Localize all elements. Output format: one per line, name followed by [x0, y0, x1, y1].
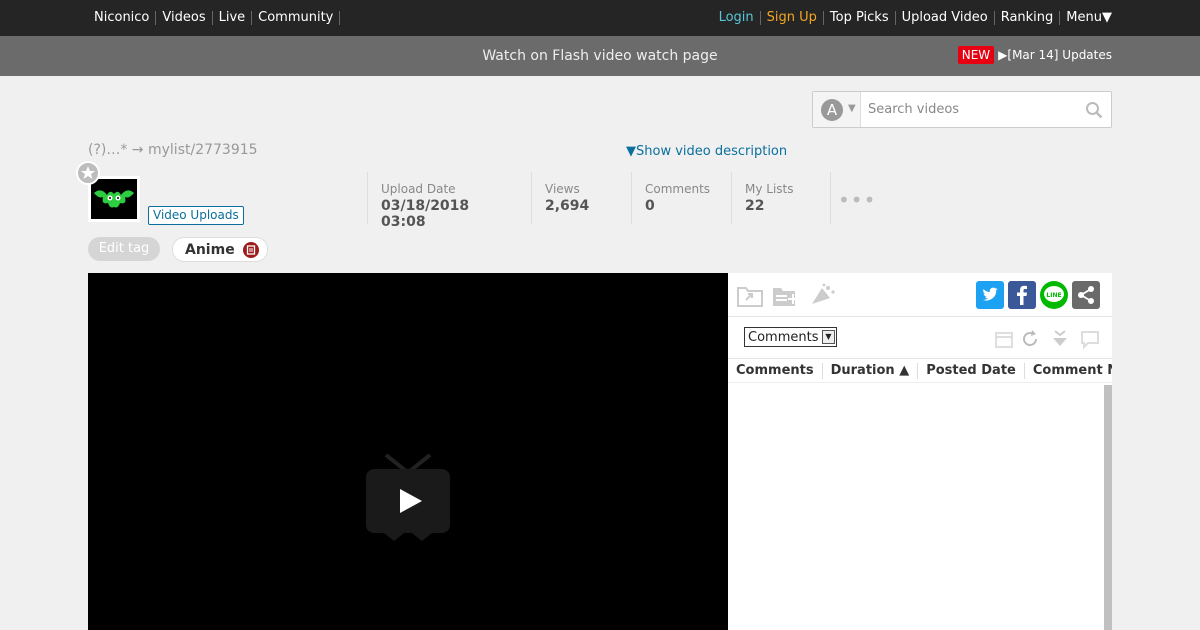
play-tv-icon[interactable]: [364, 451, 452, 543]
signup-link[interactable]: Sign Up: [761, 11, 824, 25]
search-type-selector[interactable]: A ▼: [813, 92, 861, 127]
tag-label[interactable]: Anime: [185, 242, 235, 258]
nav-live[interactable]: Live: [213, 11, 253, 25]
mylist-reference: (?)…* → mylist/2773915: [88, 142, 258, 158]
col-posted-date[interactable]: Posted Date: [918, 362, 1025, 379]
video-player[interactable]: [88, 273, 728, 630]
scroll-down-icon[interactable]: [1050, 329, 1070, 349]
panel-toolbar: LINE: [728, 273, 1112, 317]
video-uploads-button[interactable]: Video Uploads: [148, 206, 244, 225]
select-arrow-icon: ▼: [822, 330, 835, 344]
views-label: Views: [545, 182, 580, 196]
line-share-icon[interactable]: LINE: [1040, 281, 1068, 309]
new-badge: NEW: [957, 46, 995, 64]
bat-mascot-icon: [94, 190, 134, 208]
nav-left: Niconico Videos Live Community: [94, 0, 341, 36]
nav-menu[interactable]: Menu▼: [1060, 11, 1112, 25]
svg-text:LINE: LINE: [1046, 292, 1061, 299]
tag-item[interactable]: Anime: [172, 237, 268, 262]
nav-upload-video[interactable]: Upload Video: [896, 11, 995, 25]
mylists-value: 22: [745, 198, 765, 214]
comments-value: 0: [645, 198, 655, 214]
stat-views: Views 2,694: [531, 172, 631, 224]
nav-top-picks[interactable]: Top Picks: [824, 11, 896, 25]
search-icon[interactable]: [1085, 101, 1103, 119]
col-duration[interactable]: Duration ▲: [823, 362, 919, 379]
comment-filter-row: Comments ▼: [728, 317, 1112, 359]
comments-label: Comments: [645, 182, 711, 196]
comment-list-header: Comments Duration ▲ Posted Date Comment …: [728, 359, 1112, 383]
top-navigation-bar: Niconico Videos Live Community Login Sig…: [0, 0, 1200, 36]
stat-mylists: My Lists 22: [731, 172, 831, 224]
nav-community[interactable]: Community: [252, 11, 341, 25]
comment-toggle-icon[interactable]: [1080, 329, 1100, 349]
stat-comments: Comments 0: [631, 172, 731, 224]
share-icon[interactable]: [1072, 281, 1100, 309]
search-box: A ▼: [812, 91, 1112, 128]
views-value: 2,694: [545, 198, 590, 214]
search-input[interactable]: [861, 92, 1079, 127]
login-link[interactable]: Login: [713, 11, 761, 25]
more-options-icon[interactable]: •••: [838, 188, 876, 212]
upload-date-label: Upload Date: [381, 182, 456, 196]
nav-niconico[interactable]: Niconico: [94, 11, 157, 25]
stat-upload-date: Upload Date 03/18/2018 03:08: [367, 172, 531, 230]
facebook-share-icon[interactable]: [1008, 281, 1036, 309]
advertise-icon[interactable]: [808, 282, 836, 308]
col-comment-number[interactable]: Comment Number: [1025, 363, 1112, 379]
comment-type-select[interactable]: Comments ▼: [744, 327, 837, 347]
comment-panel: LINE Comments ▼ Comments Duration ▲ Post…: [728, 273, 1112, 630]
chevron-down-icon: ▼: [848, 103, 856, 114]
open-in-icon[interactable]: [736, 282, 764, 308]
comment-list-scrollbar[interactable]: [1104, 385, 1112, 630]
updates-notice[interactable]: NEW ▶[Mar 14] Updates: [957, 46, 1112, 64]
edit-tag-button[interactable]: Edit tag: [88, 237, 160, 261]
show-description-toggle[interactable]: ▼Show video description: [626, 144, 787, 159]
favorite-star-icon[interactable]: [76, 161, 100, 185]
search-type-icon: A: [821, 99, 843, 121]
calendar-icon[interactable]: [994, 329, 1014, 349]
sub-bar: Watch on Flash video watch page NEW ▶[Ma…: [0, 36, 1200, 76]
upload-date-value: 03/18/2018 03:08: [381, 198, 470, 230]
add-mylist-icon[interactable]: [771, 282, 799, 308]
nav-ranking[interactable]: Ranking: [995, 11, 1061, 25]
mylists-label: My Lists: [745, 182, 794, 196]
updates-link[interactable]: ▶[Mar 14] Updates: [998, 48, 1112, 62]
refresh-icon[interactable]: [1020, 329, 1040, 349]
encyclopedia-icon[interactable]: [242, 241, 259, 258]
col-comments[interactable]: Comments: [728, 362, 823, 379]
twitter-share-icon[interactable]: [976, 281, 1004, 309]
nav-videos[interactable]: Videos: [156, 11, 213, 25]
comment-type-value: Comments: [748, 329, 819, 345]
nav-right: Login Sign Up Top Picks Upload Video Ran…: [713, 0, 1112, 36]
video-stats: Upload Date 03/18/2018 03:08 Views 2,694…: [367, 172, 831, 230]
